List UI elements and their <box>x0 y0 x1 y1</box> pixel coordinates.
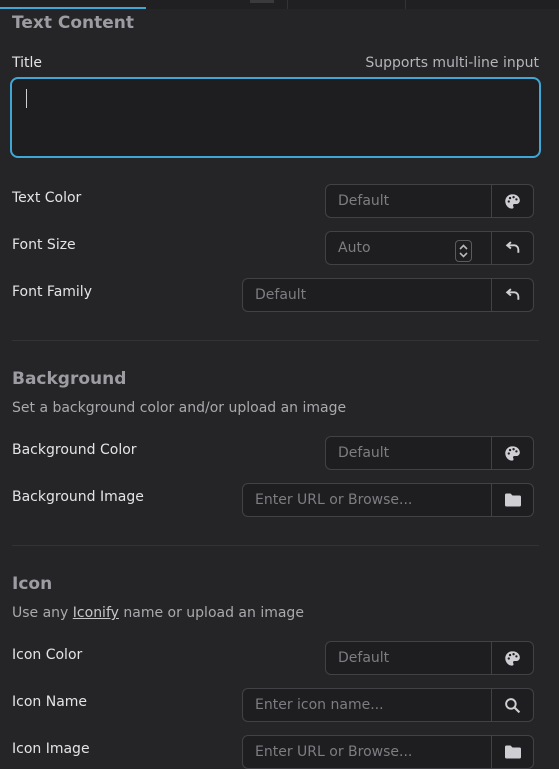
icon-image-browse-button[interactable] <box>492 735 534 769</box>
folder-icon <box>504 745 521 759</box>
text-color-input[interactable]: Default <box>325 184 492 218</box>
font-family-placeholder: Default <box>255 287 307 303</box>
background-color-placeholder: Default <box>338 445 390 461</box>
stepper-arrows-icon <box>459 244 468 258</box>
font-size-placeholder: Auto <box>338 240 371 256</box>
section-title-background: Background <box>12 369 127 389</box>
background-color-picker-button[interactable] <box>492 436 534 470</box>
icon-description-text: name or upload an image <box>118 605 304 621</box>
icon-color-placeholder: Default <box>338 650 390 666</box>
icon-search-button[interactable] <box>492 688 534 722</box>
palette-icon <box>505 650 520 666</box>
icon-color-picker-button[interactable] <box>492 641 534 675</box>
reset-icon <box>505 240 520 253</box>
font-size-input[interactable]: Auto <box>325 231 492 265</box>
reset-icon <box>505 287 520 300</box>
folder-icon <box>504 493 521 507</box>
icon-image-placeholder: Enter URL or Browse... <box>255 744 413 760</box>
tab-strip <box>0 0 559 9</box>
text-caret <box>26 89 27 108</box>
font-family-label: Font Family <box>12 284 92 300</box>
icon-image-label: Icon Image <box>12 741 90 757</box>
text-color-placeholder: Default <box>338 193 390 209</box>
background-description: Set a background color and/or upload an … <box>12 400 347 416</box>
icon-name-label: Icon Name <box>12 694 88 710</box>
icon-description: Use any Iconify name or upload an image <box>12 605 304 621</box>
iconify-link[interactable]: Iconify <box>73 605 119 621</box>
background-image-browse-button[interactable] <box>492 483 534 517</box>
font-size-stepper[interactable] <box>455 240 472 262</box>
icon-image-input[interactable]: Enter URL or Browse... <box>242 735 492 769</box>
title-hint: Supports multi-line input <box>365 55 539 71</box>
section-divider <box>12 545 539 546</box>
tab-handle <box>250 0 274 3</box>
icon-description-text: Use any <box>12 605 73 621</box>
palette-icon <box>505 193 520 209</box>
font-size-label: Font Size <box>12 237 76 253</box>
tab-separator <box>405 0 406 9</box>
icon-color-input[interactable]: Default <box>325 641 492 675</box>
font-size-reset-button[interactable] <box>492 231 534 265</box>
icon-color-label: Icon Color <box>12 647 83 663</box>
active-tab-indicator <box>0 7 146 9</box>
palette-icon <box>505 445 520 461</box>
icon-name-input[interactable]: Enter icon name... <box>242 688 492 722</box>
font-family-input[interactable]: Default <box>242 278 492 312</box>
icon-name-placeholder: Enter icon name... <box>255 697 384 713</box>
font-family-reset-button[interactable] <box>492 278 534 312</box>
section-divider <box>12 340 539 341</box>
section-title-icon: Icon <box>12 574 53 594</box>
section-title-text-content: Text Content <box>12 13 135 33</box>
background-color-input[interactable]: Default <box>325 436 492 470</box>
search-icon <box>505 697 521 713</box>
title-textarea[interactable] <box>10 77 541 158</box>
text-color-picker-button[interactable] <box>492 184 534 218</box>
title-label: Title <box>12 55 43 71</box>
tab-separator <box>287 0 288 9</box>
background-image-placeholder: Enter URL or Browse... <box>255 492 413 508</box>
background-image-input[interactable]: Enter URL or Browse... <box>242 483 492 517</box>
background-image-label: Background Image <box>12 489 144 505</box>
text-color-label: Text Color <box>12 190 82 206</box>
background-color-label: Background Color <box>12 442 137 458</box>
